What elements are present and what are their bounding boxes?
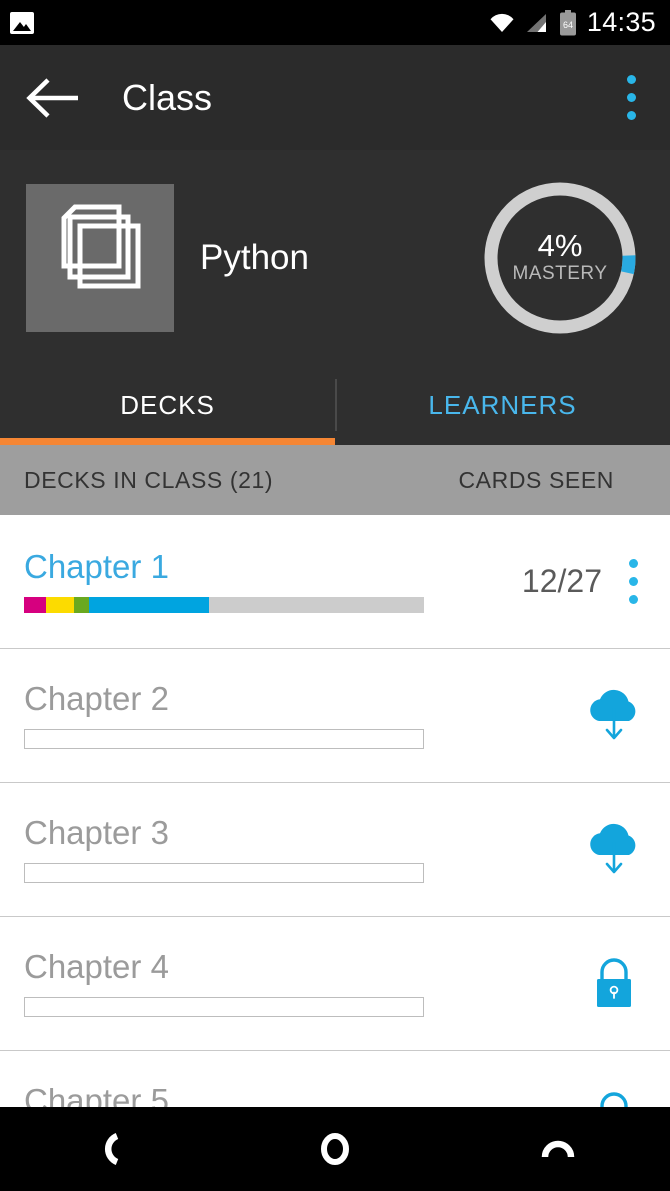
deck-row-main: Chapter 3	[24, 816, 582, 883]
wifi-icon	[489, 13, 515, 33]
deck-row-right	[582, 952, 646, 1016]
class-title: Python	[200, 237, 309, 277]
deck-row[interactable]: Chapter 4	[0, 917, 670, 1051]
deck-row[interactable]: Chapter 3	[0, 783, 670, 917]
overflow-dot	[626, 111, 636, 120]
status-bar-clock: 14:35	[586, 7, 656, 37]
cards-seen-count: 12/27	[521, 563, 602, 599]
cloud-download-icon[interactable]	[582, 684, 646, 748]
deck-row-right	[582, 818, 646, 882]
tab-decks[interactable]: DECKS	[0, 365, 335, 445]
system-navigation-bar	[0, 1107, 670, 1191]
deck-title: Chapter 2	[24, 680, 169, 717]
deck-progress-bar	[24, 997, 424, 1017]
list-column-header: DECKS IN CLASS (21) CARDS SEEN	[0, 445, 670, 515]
deck-row-main: Chapter 1	[24, 550, 522, 613]
lock-icon[interactable]	[582, 952, 646, 1016]
deck-progress-bar	[24, 729, 424, 749]
mastery-caption: MASTERY	[512, 263, 608, 284]
overflow-dot	[628, 595, 638, 604]
recents-nav-icon[interactable]	[447, 1129, 670, 1169]
stacked-cards-icon	[26, 183, 174, 332]
overflow-menu-icon[interactable]	[616, 73, 646, 123]
mastery-ring-center: 4% MASTERY	[478, 176, 642, 340]
tab-active-indicator	[0, 438, 335, 445]
deck-list: Chapter 1 12/27 Chapter 2 Chapter 3 Chap…	[0, 515, 670, 1185]
mastery-percent: 4%	[537, 228, 583, 263]
back-nav-icon[interactable]	[0, 1129, 223, 1169]
status-bar-left	[10, 11, 34, 34]
deck-title: Chapter 3	[24, 814, 169, 851]
deck-row-main: Chapter 4	[24, 950, 582, 1017]
overflow-dot	[628, 577, 638, 586]
progress-segment	[24, 597, 46, 613]
deck-row-right	[582, 684, 646, 748]
class-hero: Python 4% MASTERY	[0, 150, 670, 365]
home-nav-icon[interactable]	[223, 1129, 446, 1169]
page-title: Class	[122, 76, 213, 118]
progress-segment	[209, 597, 424, 613]
deck-row[interactable]: Chapter 1 12/27	[0, 515, 670, 649]
progress-segment	[89, 597, 209, 613]
photo-icon	[10, 11, 34, 34]
cloud-download-icon[interactable]	[582, 818, 646, 882]
status-bar: 64 14:35	[0, 0, 670, 45]
deck-row[interactable]: Chapter 2	[0, 649, 670, 783]
overflow-dot	[626, 93, 636, 102]
column-header-cards-seen: CARDS SEEN	[458, 466, 614, 493]
cell-signal-icon	[525, 13, 549, 33]
app-bar: Class	[0, 45, 670, 150]
overflow-dot	[628, 559, 638, 568]
deck-overflow-menu-icon[interactable]	[620, 557, 646, 607]
deck-progress-bar	[24, 863, 424, 883]
app-screen: 64 14:35 Class Python 4% MASTERY DECKS L…	[0, 0, 670, 1191]
deck-title: Chapter 4	[24, 948, 169, 985]
overflow-dot	[626, 75, 636, 84]
mastery-ring: 4% MASTERY	[478, 176, 642, 340]
status-bar-right: 64 14:35	[489, 7, 656, 38]
deck-title: Chapter 1	[24, 548, 169, 585]
back-arrow-icon[interactable]	[26, 76, 82, 120]
progress-segment	[74, 597, 89, 613]
battery-level-text: 64	[563, 20, 573, 30]
tab-bar: DECKS LEARNERS	[0, 365, 670, 445]
tab-learners[interactable]: LEARNERS	[335, 365, 670, 445]
battery-icon: 64	[559, 9, 577, 36]
progress-segment	[46, 597, 74, 613]
column-header-decks: DECKS IN CLASS (21)	[24, 466, 274, 493]
deck-row-main: Chapter 2	[24, 682, 582, 749]
deck-row-right: 12/27	[522, 557, 646, 607]
deck-progress-bar	[24, 597, 424, 613]
